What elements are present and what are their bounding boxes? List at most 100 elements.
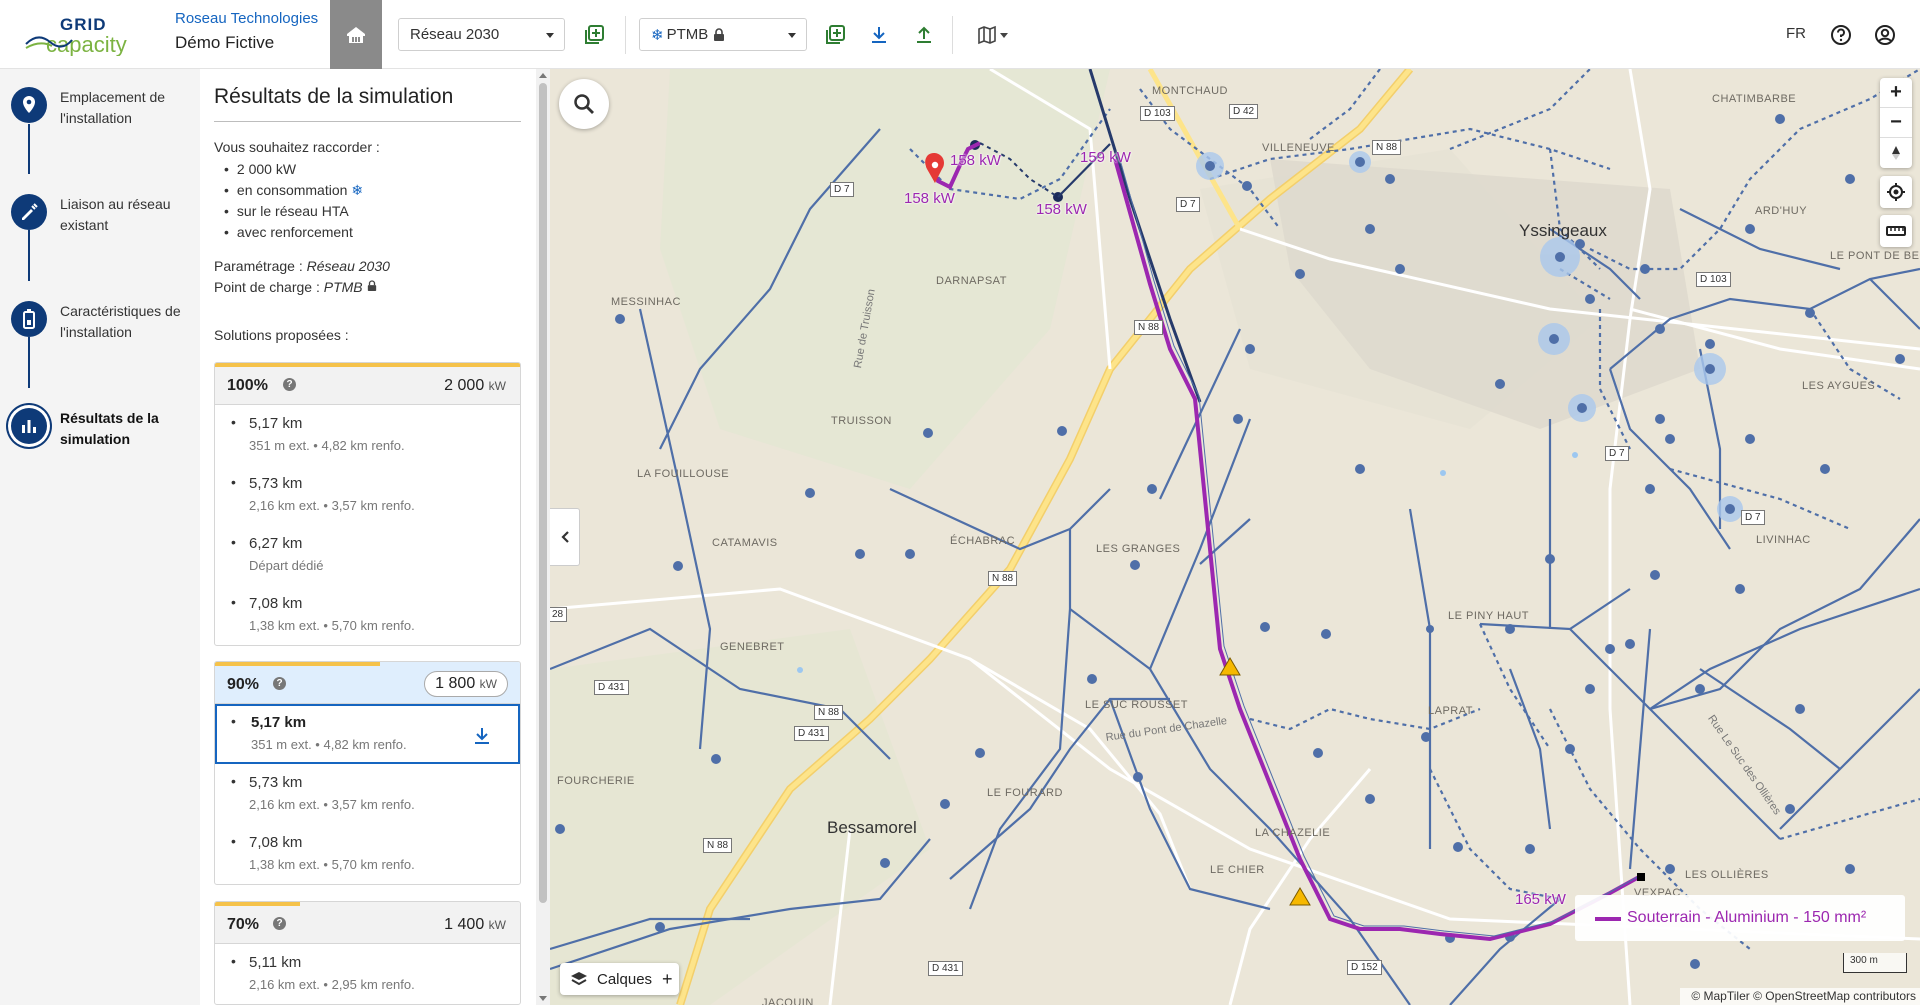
map-view[interactable]: MONTCHAUD VILLENEUVE CHATIMBARBE DARNAPS…	[550, 69, 1920, 1005]
map-place-label: LIVINHAC	[1756, 534, 1811, 546]
home-button[interactable]	[330, 0, 382, 69]
map-place-label: MONTCHAUD	[1152, 85, 1228, 97]
zoom-out-button[interactable]: −	[1880, 108, 1912, 138]
cable-edit-icon	[11, 194, 47, 230]
map-road-label: D 7	[1176, 197, 1200, 212]
legend-swatch	[1595, 917, 1621, 921]
map-road-label: D 103	[1696, 272, 1731, 287]
level-bar	[215, 662, 380, 666]
grid-capacity-logo[interactable]: GRID capacity	[24, 14, 144, 57]
map-place-label: GENEBRET	[720, 641, 785, 653]
help-icon[interactable]: ?	[273, 917, 286, 930]
solution-option[interactable]: 6,27 kmDépart dédié	[215, 525, 520, 585]
map-road-label: N 88	[814, 705, 844, 720]
download-icon	[872, 27, 886, 43]
param-label: Paramétrage :	[214, 258, 303, 274]
add-network-button[interactable]	[581, 22, 607, 48]
solution-percent: 100%	[227, 377, 268, 394]
legend-label: Souterrain - Aluminium - 150 mm²	[1627, 909, 1867, 926]
solution-option-selected[interactable]: 5,17 km351 m ext. • 4,82 km renfo.	[215, 704, 520, 764]
request-summary: 2 000 kW en consommation ❄ sur le réseau…	[224, 159, 363, 243]
map-place-label: LA FOUILLOUSE	[637, 468, 730, 480]
scroll-thumb[interactable]	[539, 83, 547, 903]
upload-button[interactable]	[911, 22, 937, 48]
step-connector	[28, 230, 30, 281]
charge-point-select[interactable]: ❄ PTMB	[639, 18, 807, 51]
map-road-label: D 103	[1140, 106, 1175, 121]
scroll-up-icon[interactable]	[539, 73, 547, 78]
layers-button[interactable]: Calques +	[560, 963, 679, 995]
download-icon[interactable]	[472, 726, 492, 746]
map-place-label: VILLENEUVE	[1262, 142, 1335, 154]
download-button[interactable]	[866, 22, 892, 48]
solution-option[interactable]: 5,73 km2,16 km ext. • 3,57 km renfo.	[215, 465, 520, 525]
account-button[interactable]	[1872, 22, 1898, 48]
divider	[214, 121, 521, 122]
project-name: Démo Fictive	[175, 33, 275, 52]
power-label: 158 kW	[950, 152, 1001, 169]
map-view-menu[interactable]	[972, 22, 1012, 48]
panel-scrollbar[interactable]	[536, 69, 550, 1005]
map-place-label: LE PONT DE BEL	[1830, 250, 1920, 262]
divider	[952, 16, 953, 54]
request-intro: Vous souhaitez raccorder :	[214, 139, 380, 155]
solution-option[interactable]: 7,08 km1,38 km ext. • 5,70 km renfo.	[215, 585, 520, 645]
language-switch[interactable]: FR	[1786, 25, 1806, 42]
chevron-down-icon	[546, 33, 554, 38]
divider	[625, 16, 626, 54]
compass-icon	[1892, 146, 1900, 160]
map-search-button[interactable]	[559, 79, 609, 129]
solution-card: 100% ? 2 000 kW 5,17 km351 m ext. • 4,82…	[214, 362, 521, 646]
compass-button[interactable]	[1880, 138, 1912, 168]
lock-icon	[367, 280, 376, 291]
panel-title: Résultats de la simulation	[214, 85, 454, 108]
zoom-in-button[interactable]: +	[1880, 78, 1912, 108]
map-road-label: D 7	[830, 182, 854, 197]
list-item: en consommation ❄	[224, 180, 363, 201]
map-road-label: D 7	[1605, 446, 1629, 461]
collapse-panel-button[interactable]	[550, 508, 580, 566]
map-place-label: CATAMAVIS	[712, 537, 778, 549]
add-copy-icon	[826, 25, 845, 44]
solution-card: 90% ? 1 800 kW 5,17 km351 m ext. • 4,82 …	[214, 661, 521, 885]
help-icon[interactable]: ?	[283, 378, 296, 391]
map-road-label: N 88	[1372, 140, 1402, 155]
chevron-down-icon	[788, 33, 796, 38]
map-place-label: TRUISSON	[831, 415, 892, 427]
map-attribution[interactable]: © MapTiler © OpenStreetMap contributors	[1680, 988, 1920, 1005]
geolocate-button[interactable]	[1880, 176, 1912, 208]
map-town-label: Bessamorel	[827, 818, 917, 837]
solution-power-input[interactable]: 1 800 kW	[424, 671, 508, 697]
help-icon[interactable]: ?	[273, 677, 286, 690]
solution-option[interactable]: 5,17 km351 m ext. • 4,82 km renfo.	[215, 405, 520, 465]
power-label: 158 kW	[1036, 201, 1087, 218]
power-label: 165 kW	[1515, 891, 1566, 908]
map-place-label: JACQUIN	[762, 997, 814, 1005]
map-place-label: ÉCHABRAC	[950, 535, 1016, 547]
solution-option[interactable]: 5,73 km2,16 km ext. • 3,57 km renfo.	[215, 764, 520, 824]
map-road-label: D 431	[794, 726, 829, 741]
map-road-label: D 431	[928, 961, 963, 976]
param-value: Réseau 2030	[306, 258, 390, 274]
add-scenario-button[interactable]	[822, 22, 848, 48]
list-item: avec renforcement	[224, 222, 363, 243]
power-label: 159 kW	[1080, 149, 1131, 166]
map-place-label: LE PINY HAUT	[1448, 610, 1529, 622]
layers-icon	[571, 972, 587, 986]
map-road-label: N 88	[1134, 320, 1164, 335]
measure-button[interactable]	[1880, 215, 1912, 247]
map-place-label: LES GRANGES	[1096, 543, 1181, 555]
solution-option[interactable]: 7,08 km1,38 km ext. • 5,70 km renfo.	[215, 824, 520, 884]
search-icon	[574, 94, 594, 114]
zoom-controls: + −	[1880, 78, 1912, 168]
card-header: 90% ? 1 800 kW	[215, 662, 520, 704]
organization-name[interactable]: Roseau Technologies	[175, 11, 318, 26]
solution-power: 1 400 kW	[444, 916, 506, 933]
solution-option[interactable]: 5,11 km2,16 km ext. • 2,95 km renfo.	[215, 944, 520, 1004]
help-button[interactable]	[1828, 22, 1854, 48]
map-place-label: LE SUC ROUSSET	[1085, 699, 1188, 711]
map-road-label: D 152	[1347, 960, 1382, 975]
scroll-down-icon[interactable]	[539, 996, 547, 1001]
network-select[interactable]: Réseau 2030	[398, 18, 565, 51]
level-bar	[215, 902, 301, 906]
